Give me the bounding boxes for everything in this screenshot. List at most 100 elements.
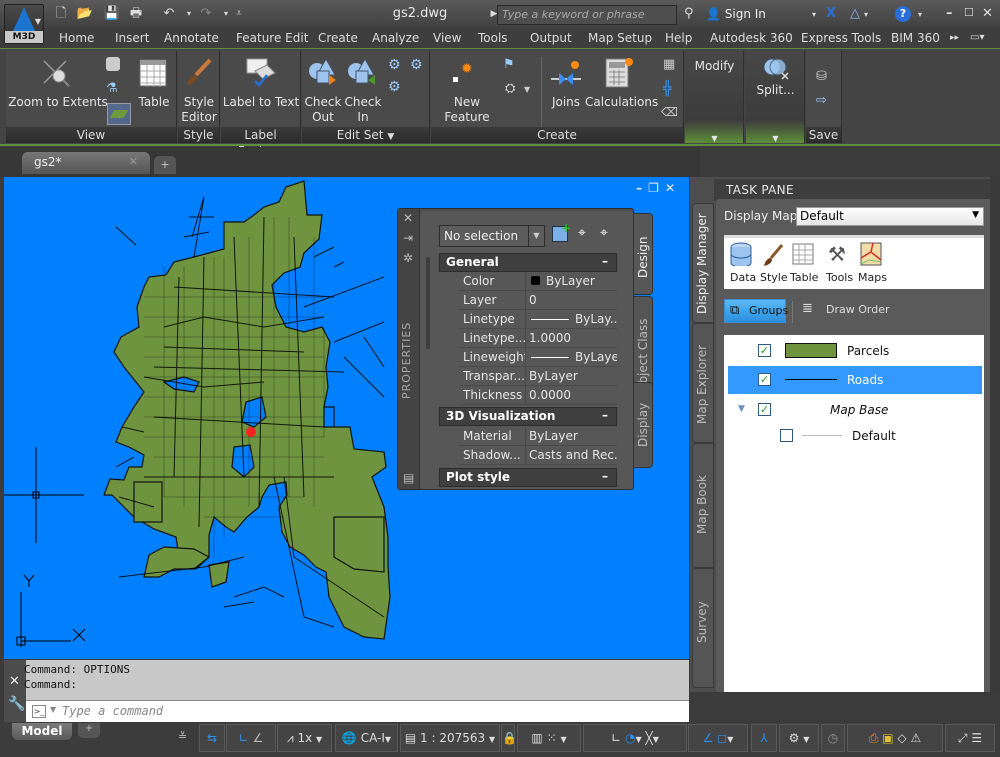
tools-button[interactable]: Tools [826, 271, 853, 284]
panel-split[interactable]: Split... ▼ [746, 51, 805, 143]
tag-icon[interactable]: ⌫ [661, 105, 678, 119]
table-button[interactable]: Table [131, 95, 177, 110]
data-connect-icon[interactable] [106, 57, 120, 71]
create-feature-icon[interactable]: ⚑ [503, 57, 515, 72]
category-plot-style[interactable]: Plot style – [439, 468, 617, 487]
map-tools-group[interactable]: ⎙ ▣ ◇ ⚠ [847, 724, 943, 752]
command-input[interactable]: >_ ▼ Type a command [26, 700, 689, 722]
expand-triangle-icon[interactable]: ▼ [738, 404, 745, 414]
more-tabs-icon[interactable]: ▸▸ [950, 33, 959, 43]
style-button[interactable]: Style [760, 271, 788, 284]
settings-icon[interactable]: ✲ [403, 251, 413, 265]
tab-map-explorer[interactable]: Map Explorer [692, 323, 714, 443]
customize-toolbar-icon[interactable]: ⩡ [230, 6, 248, 22]
maximize-window-button[interactable]: ☐ [964, 6, 974, 19]
scrollbar[interactable] [426, 257, 430, 349]
layer-toggle-icon[interactable] [107, 103, 131, 125]
help-dropdown-icon[interactable]: ▾ [918, 10, 922, 19]
application-menu-button[interactable]: ▼ M3D [4, 4, 44, 44]
chevron-down-icon[interactable]: ▼ [50, 705, 56, 714]
tab-home[interactable]: Home [59, 31, 94, 45]
chevron-down-icon[interactable]: ▼ [685, 131, 744, 146]
tab-gs2[interactable]: gs2* ✕ [22, 152, 150, 174]
annotation-scale[interactable]: ⩘ 1x ▼ [277, 724, 332, 752]
property-row[interactable]: Linetype ByLay... [459, 310, 617, 329]
connect-icon[interactable]: ╬ [663, 81, 671, 97]
quick-select-icon[interactable]: ⌖ [600, 225, 608, 241]
quick-select-icon[interactable]: ▤ [403, 471, 414, 485]
export-icon[interactable]: ⇨ [816, 93, 827, 108]
map-scale[interactable]: ▤ 1 : 207563 ▼ [400, 724, 500, 752]
tab-tools[interactable]: Tools [478, 31, 508, 45]
check-in-button[interactable]: Check In [342, 95, 384, 125]
fullscreen-toggles[interactable]: ⤢ ☰ [945, 724, 995, 752]
label-to-text-button[interactable]: Label to Text [221, 95, 301, 110]
ribbon-minimize-icon[interactable]: ▭▾ [970, 32, 984, 43]
layer-row-roads[interactable]: ✓ Roads [728, 366, 982, 394]
tab-analyze[interactable]: Analyze [372, 31, 419, 45]
save-to-db-icon[interactable]: ⛁ [816, 69, 827, 84]
property-row[interactable]: Material ByLayer [459, 427, 617, 446]
tab-view[interactable]: View [433, 31, 461, 45]
lock-icon[interactable]: 🔒 [501, 724, 517, 752]
search-input[interactable]: Type a keyword or phrase [497, 5, 677, 25]
data-button[interactable]: Data [730, 271, 756, 284]
a360-dropdown-icon[interactable]: ▾ [864, 10, 868, 19]
help-icon[interactable]: ? [895, 6, 911, 22]
joins-button[interactable]: Joins [545, 95, 587, 110]
edit-set-remove-icon[interactable]: ⚙ [410, 57, 423, 73]
tab-insert[interactable]: Insert [115, 31, 149, 45]
selection-dropdown[interactable]: No selection ▼ [439, 225, 545, 247]
property-row[interactable]: Layer 0 [459, 291, 617, 310]
panel-modify[interactable]: Modify ▼ [685, 51, 744, 143]
open-folder-icon[interactable]: 📂 [76, 6, 94, 22]
collapse-icon[interactable]: – [602, 408, 608, 422]
close-icon[interactable]: ✕ [9, 674, 20, 689]
chevron-down-icon[interactable]: ▼ [387, 132, 394, 142]
tab-annotate[interactable]: Annotate [164, 31, 219, 45]
visibility-checkbox[interactable]: ✓ [758, 403, 771, 416]
auto-hide-icon[interactable]: ⇥ [403, 231, 413, 245]
tab-design[interactable]: Design [633, 213, 653, 295]
tab-display-manager[interactable]: Display Manager [692, 203, 714, 323]
layer-row-parcels[interactable]: ✓ Parcels [728, 337, 982, 365]
property-row[interactable]: Shadow... Casts and Rec... [459, 446, 617, 465]
new-tab-button[interactable]: + [154, 156, 176, 174]
minimize-window-button[interactable]: – [946, 6, 953, 21]
tab-map-setup[interactable]: Map Setup [588, 31, 652, 45]
tab-bim-360[interactable]: BIM 360 [891, 31, 940, 45]
visibility-checkbox[interactable]: ✓ [758, 344, 771, 357]
exchange-apps-icon[interactable]: X [826, 6, 836, 21]
print-icon[interactable]: 🖶 [127, 6, 145, 22]
new-file-icon[interactable]: 🗋 [52, 6, 70, 22]
collapse-icon[interactable]: – [602, 469, 608, 483]
property-row[interactable]: Color ByLayer [459, 272, 617, 291]
tab-create[interactable]: Create [318, 31, 358, 45]
stylize-icon[interactable]: ⚗ [106, 81, 118, 96]
check-out-button[interactable]: Check Out [302, 95, 344, 125]
close-icon[interactable]: ✕ [129, 155, 138, 168]
calculations-button[interactable]: Calculations [585, 95, 658, 110]
tab-output[interactable]: Output [530, 31, 572, 45]
tab-express-tools[interactable]: Express Tools [801, 31, 881, 45]
style-editor-button[interactable]: Style Editor [178, 95, 220, 125]
wrench-icon[interactable]: 🔧 [8, 696, 25, 712]
grid-snap-toggle[interactable]: ▥ ⁙ ▼ [517, 724, 581, 752]
groups-button[interactable]: ⧉ Groups [724, 299, 788, 323]
redo-icon[interactable]: ↷ [197, 6, 215, 22]
property-row[interactable]: Lineweight ByLayer [459, 348, 617, 367]
visibility-checkbox[interactable] [780, 429, 793, 442]
new-feature-button[interactable]: New Feature [441, 95, 493, 125]
toggle-pickadd-icon[interactable]: + [552, 221, 571, 242]
property-row[interactable]: Thickness 0.0000 [459, 386, 617, 405]
undo-dropdown-icon[interactable]: ▾ [180, 6, 198, 22]
select-objects-icon[interactable]: ⌖ [578, 225, 586, 241]
split-button[interactable]: Split... [746, 83, 805, 98]
tab-help[interactable]: Help [665, 31, 692, 45]
tab-autodesk-360[interactable]: Autodesk 360 [710, 31, 793, 45]
save-icon[interactable]: 💾 [103, 6, 121, 22]
visibility-checkbox[interactable]: ✓ [758, 373, 771, 386]
display-map-dropdown[interactable]: Default ▼ [796, 207, 984, 226]
annotation-monitor-icon[interactable]: ⅄ [751, 724, 777, 752]
dynamic-input-toggles[interactable]: ∠ ◻▼ [688, 724, 748, 752]
